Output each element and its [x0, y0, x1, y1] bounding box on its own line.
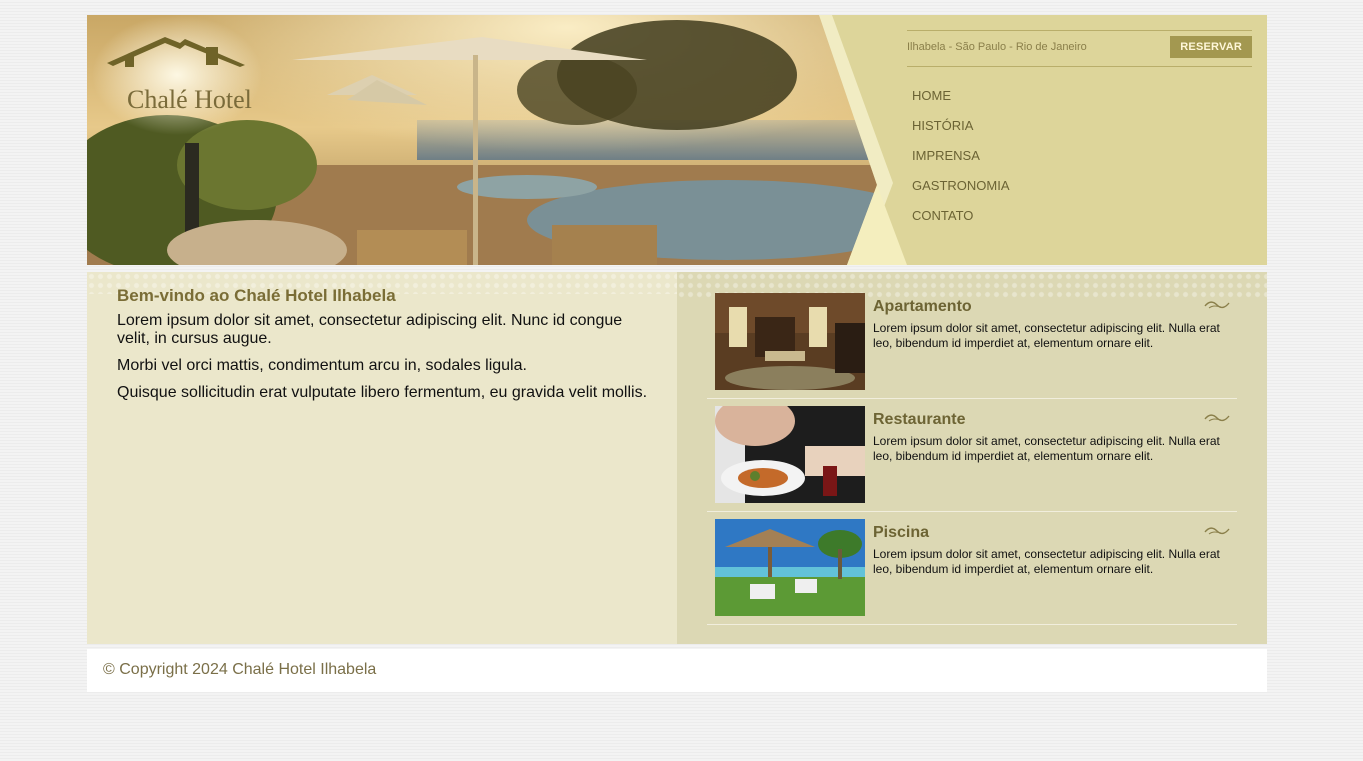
main-content: Bem-vindo ao Chalé Hotel Ilhabela Lorem …: [87, 272, 1267, 644]
header: Chalé Hotel Ilhabela - São Paulo - Rio d…: [87, 15, 1267, 265]
reserve-button[interactable]: RESERVAR: [1170, 36, 1252, 58]
logo-text: Chalé Hotel: [127, 85, 252, 114]
nav-item-gastronomia[interactable]: GASTRONOMIA: [912, 178, 1010, 208]
main-nav: HOME HISTÓRIA IMPRENSA GASTRONOMIA CONTA…: [912, 88, 1010, 238]
welcome-title: Bem-vindo ao Chalé Hotel Ilhabela: [117, 286, 396, 305]
feature-text: Lorem ipsum dolor sit amet, consectetur …: [873, 547, 1220, 576]
feature-card-restaurante[interactable]: Restaurante Lorem ipsum dolor sit amet, …: [707, 398, 1237, 512]
footer: © Copyright 2024 Chalé Hotel Ilhabela: [87, 649, 1267, 692]
logo-house-icon: [107, 37, 245, 67]
feature-title: Apartamento: [873, 298, 972, 315]
pool-photo: [715, 519, 865, 616]
nav-item-historia[interactable]: HISTÓRIA: [912, 118, 1010, 148]
welcome-section: Bem-vindo ao Chalé Hotel Ilhabela Lorem …: [117, 286, 657, 411]
swirl-ornament-icon: [1204, 301, 1230, 309]
logo[interactable]: Chalé Hotel: [105, 25, 255, 125]
feature-title: Piscina: [873, 524, 930, 541]
top-bar: Ilhabela - São Paulo - Rio de Janeiro RE…: [907, 30, 1252, 67]
feature-text: Lorem ipsum dolor sit amet, consectetur …: [873, 321, 1220, 350]
locations-text: Ilhabela - São Paulo - Rio de Janeiro: [907, 41, 1087, 53]
swirl-ornament-icon: [1204, 527, 1230, 535]
restaurant-photo: [715, 406, 865, 503]
copyright-text: © Copyright 2024 Chalé Hotel Ilhabela: [103, 661, 377, 678]
feature-title: Restaurante: [873, 411, 966, 428]
page: Chalé Hotel Ilhabela - São Paulo - Rio d…: [87, 15, 1267, 692]
welcome-paragraph: Quisque sollicitudin erat vulputate libe…: [117, 384, 648, 401]
feature-card-apartamento[interactable]: Apartamento Lorem ipsum dolor sit amet, …: [707, 285, 1237, 399]
features-sidebar: Apartamento Lorem ipsum dolor sit amet, …: [677, 272, 1267, 644]
feature-text: Lorem ipsum dolor sit amet, consectetur …: [873, 434, 1220, 463]
feature-card-piscina[interactable]: Piscina Lorem ipsum dolor sit amet, cons…: [707, 511, 1237, 625]
swirl-ornament-icon: [1204, 414, 1230, 422]
nav-item-contato[interactable]: CONTATO: [912, 208, 1010, 238]
nav-item-home[interactable]: HOME: [912, 88, 1010, 118]
apartment-photo: [715, 293, 865, 390]
welcome-paragraph: Lorem ipsum dolor sit amet, consectetur …: [117, 312, 623, 347]
nav-item-imprensa[interactable]: IMPRENSA: [912, 148, 1010, 178]
welcome-paragraph: Morbi vel orci mattis, condimentum arcu …: [117, 357, 527, 374]
